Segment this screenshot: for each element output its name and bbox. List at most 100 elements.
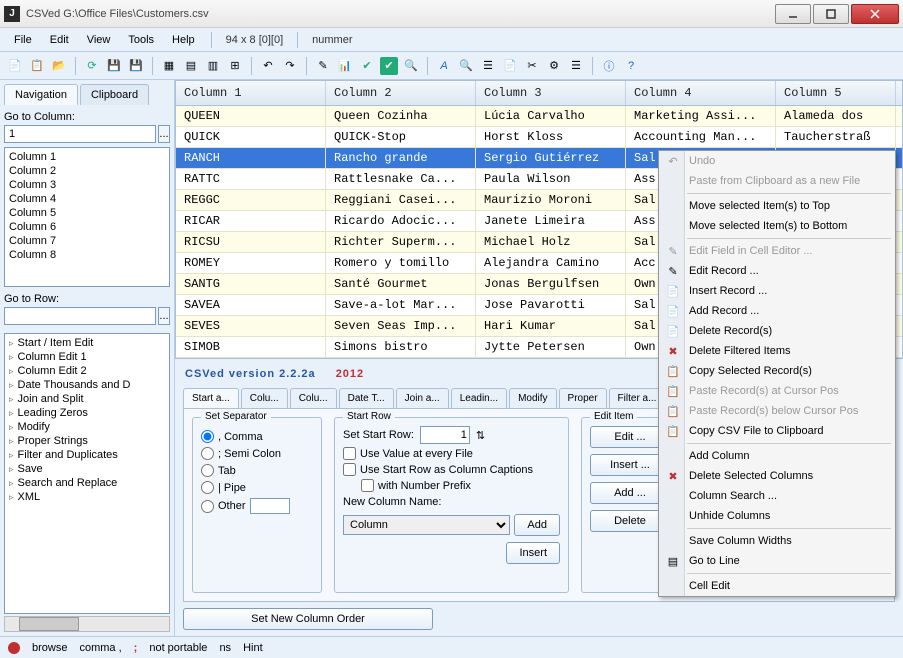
validate-icon[interactable]: ✔ bbox=[380, 57, 398, 75]
saveall-icon[interactable]: 💾 bbox=[127, 57, 145, 75]
context-menu-item[interactable]: Move selected Item(s) to Bottom bbox=[659, 216, 895, 236]
tree-item[interactable]: Join and Split bbox=[7, 392, 167, 406]
refresh-icon[interactable]: ⟳ bbox=[83, 57, 101, 75]
table-cell[interactable]: Jose Pavarotti bbox=[476, 295, 626, 315]
insert-column-button[interactable]: Insert bbox=[506, 542, 560, 564]
add-column-button[interactable]: Add bbox=[514, 514, 560, 536]
column-list-item[interactable]: Column 7 bbox=[7, 234, 167, 248]
table-cell[interactable]: SIMOB bbox=[176, 337, 326, 357]
set-column-order-button[interactable]: Set New Column Order bbox=[183, 608, 433, 630]
edit-icon[interactable]: ✎ bbox=[314, 57, 332, 75]
column-list[interactable]: Column 1Column 2Column 3Column 4Column 5… bbox=[4, 147, 170, 287]
tree-item[interactable]: Proper Strings bbox=[7, 434, 167, 448]
menu-tools[interactable]: Tools bbox=[120, 31, 162, 49]
tree-item[interactable]: Column Edit 2 bbox=[7, 364, 167, 378]
tree-item[interactable]: Start / Item Edit bbox=[7, 336, 167, 350]
table-cell[interactable]: REGGC bbox=[176, 190, 326, 210]
context-menu-item[interactable]: Cell Edit bbox=[659, 576, 895, 596]
column-header[interactable]: Column 3 bbox=[476, 81, 626, 105]
tab-navigation[interactable]: Navigation bbox=[4, 84, 78, 105]
tree-item[interactable]: XML bbox=[7, 490, 167, 504]
context-menu-item[interactable]: Copy Selected Record(s)📋 bbox=[659, 361, 895, 381]
column-list-item[interactable]: Column 5 bbox=[7, 206, 167, 220]
table-cell[interactable]: ROMEY bbox=[176, 253, 326, 273]
tree-item[interactable]: Column Edit 1 bbox=[7, 350, 167, 364]
separator-radio[interactable] bbox=[201, 481, 214, 494]
copy-icon[interactable]: 📋 bbox=[28, 57, 46, 75]
table-cell[interactable]: RATTC bbox=[176, 169, 326, 189]
help-icon[interactable]: ? bbox=[622, 57, 640, 75]
column-icon[interactable]: ▥ bbox=[204, 57, 222, 75]
table-cell[interactable]: SAVEA bbox=[176, 295, 326, 315]
tab-clipboard[interactable]: Clipboard bbox=[80, 84, 149, 105]
context-menu-item[interactable]: Add Record ...📄 bbox=[659, 301, 895, 321]
table-row[interactable]: QUICKQUICK-StopHorst KlossAccounting Man… bbox=[176, 127, 902, 148]
font-icon[interactable]: A bbox=[435, 57, 453, 75]
grid-icon[interactable]: ▦ bbox=[160, 57, 178, 75]
start-row-input[interactable] bbox=[420, 426, 470, 444]
context-menu-item[interactable]: Unhide Columns bbox=[659, 506, 895, 526]
bottom-tab[interactable]: Filter a... bbox=[609, 388, 666, 408]
table-cell[interactable]: Romero y tomillo bbox=[326, 253, 476, 273]
bottom-tab[interactable]: Modify bbox=[509, 388, 556, 408]
context-menu-item[interactable]: Copy CSV File to Clipboard📋 bbox=[659, 421, 895, 441]
column-header[interactable]: Column 1 bbox=[176, 81, 326, 105]
separator-radio[interactable] bbox=[201, 447, 214, 460]
column-name-select[interactable]: Column bbox=[343, 515, 510, 535]
table-cell[interactable]: Janete Limeira bbox=[476, 211, 626, 231]
separator-radio[interactable] bbox=[201, 500, 214, 513]
table-cell[interactable]: Simons bistro bbox=[326, 337, 476, 357]
table-cell[interactable]: Save-a-lot Mar... bbox=[326, 295, 476, 315]
column-list-item[interactable]: Column 8 bbox=[7, 248, 167, 262]
table-cell[interactable]: Accounting Man... bbox=[626, 127, 776, 147]
goto-column-input[interactable] bbox=[4, 125, 156, 143]
table-cell[interactable]: QUICK-Stop bbox=[326, 127, 476, 147]
goto-row-button[interactable]: ... bbox=[158, 307, 170, 325]
menu-file[interactable]: File bbox=[6, 31, 40, 49]
row-icon[interactable]: ▤ bbox=[182, 57, 200, 75]
column-header[interactable]: Column 5 bbox=[776, 81, 896, 105]
table-cell[interactable]: Jytte Petersen bbox=[476, 337, 626, 357]
bottom-tab[interactable]: Start a... bbox=[183, 388, 239, 408]
table-cell[interactable]: Paula Wilson bbox=[476, 169, 626, 189]
table-cell[interactable]: Maurizio Moroni bbox=[476, 190, 626, 210]
bars-icon[interactable]: ☰ bbox=[567, 57, 585, 75]
tree-item[interactable]: Save bbox=[7, 462, 167, 476]
context-menu-item[interactable]: Save Column Widths bbox=[659, 531, 895, 551]
close-button[interactable] bbox=[851, 4, 899, 24]
table-cell[interactable]: RANCH bbox=[176, 148, 326, 168]
context-menu-item[interactable]: Go to Line▤ bbox=[659, 551, 895, 571]
column-list-item[interactable]: Column 1 bbox=[7, 150, 167, 164]
maximize-button[interactable] bbox=[813, 4, 849, 24]
tree-item[interactable]: Leading Zeros bbox=[7, 406, 167, 420]
table-icon[interactable]: ⊞ bbox=[226, 57, 244, 75]
check-icon[interactable]: ✔ bbox=[358, 57, 376, 75]
menu-view[interactable]: View bbox=[79, 31, 119, 49]
table-row[interactable]: QUEENQueen CozinhaLúcia CarvalhoMarketin… bbox=[176, 106, 902, 127]
separator-radio[interactable] bbox=[201, 464, 214, 477]
table-cell[interactable]: QUEEN bbox=[176, 106, 326, 126]
redo-icon[interactable]: ↷ bbox=[281, 57, 299, 75]
separator-radio[interactable] bbox=[201, 430, 214, 443]
new-icon[interactable]: 📄 bbox=[6, 57, 24, 75]
context-menu-item[interactable]: Delete Selected Columns✖ bbox=[659, 466, 895, 486]
bottom-tab[interactable]: Leadin... bbox=[451, 388, 507, 408]
context-menu-item[interactable]: Move selected Item(s) to Top bbox=[659, 196, 895, 216]
bottom-tab[interactable]: Colu... bbox=[290, 388, 337, 408]
spinner-icon[interactable]: ⇅ bbox=[476, 429, 485, 442]
minimize-button[interactable] bbox=[775, 4, 811, 24]
gear-icon[interactable]: ⚙ bbox=[545, 57, 563, 75]
tree-item[interactable]: Date Thousands and D bbox=[7, 378, 167, 392]
context-menu-item[interactable]: Delete Record(s)📄 bbox=[659, 321, 895, 341]
doc-icon[interactable]: 📄 bbox=[501, 57, 519, 75]
context-menu-item[interactable]: Column Search ... bbox=[659, 486, 895, 506]
table-cell[interactable]: Santé Gourmet bbox=[326, 274, 476, 294]
use-value-checkbox[interactable] bbox=[343, 447, 356, 460]
tree-item[interactable]: Modify bbox=[7, 420, 167, 434]
column-list-item[interactable]: Column 2 bbox=[7, 164, 167, 178]
bottom-tab[interactable]: Colu... bbox=[241, 388, 288, 408]
menu-edit[interactable]: Edit bbox=[42, 31, 77, 49]
column-list-item[interactable]: Column 6 bbox=[7, 220, 167, 234]
table-cell[interactable]: SEVES bbox=[176, 316, 326, 336]
table-cell[interactable]: Michael Holz bbox=[476, 232, 626, 252]
